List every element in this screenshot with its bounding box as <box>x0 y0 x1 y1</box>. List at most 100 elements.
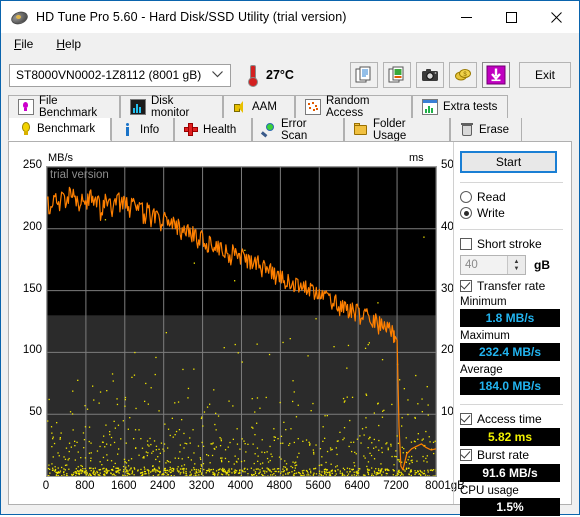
y2-tick: 10 <box>441 406 454 418</box>
folder-usage-icon <box>354 123 368 137</box>
extra-tests-icon <box>422 99 438 115</box>
temperature-indicator: 27°C <box>245 64 294 86</box>
tab-health[interactable]: Health <box>174 118 252 141</box>
radio-read[interactable]: Read <box>460 190 565 204</box>
maximize-button[interactable] <box>489 1 534 33</box>
x-tick: 2400 <box>141 480 185 492</box>
benchmark-icon <box>18 122 32 136</box>
y-tick: 50 <box>9 406 42 418</box>
access-time-checkbox-icon <box>460 413 472 425</box>
divider <box>460 229 563 230</box>
minimize-button[interactable] <box>444 1 489 33</box>
trial-watermark: trial version <box>50 169 109 181</box>
erase-icon <box>460 123 474 137</box>
spinner-arrows-icon[interactable]: ▲▼ <box>507 256 525 274</box>
y2-tick: 30 <box>441 283 454 295</box>
tab-aam[interactable]: AAM <box>223 95 295 118</box>
menu-help[interactable]: Help <box>53 35 91 53</box>
drive-select[interactable]: ST8000VN0002-1Z8112 (8001 gB) <box>9 64 231 87</box>
y2-axis-label: ms <box>409 152 424 164</box>
tab-folder-usage[interactable]: Folder Usage <box>344 118 450 141</box>
x-tick: 1600 <box>102 480 146 492</box>
tab-random-access[interactable]: Random Access <box>295 95 412 118</box>
tab-label: Erase <box>479 124 509 136</box>
tab-disk-monitor[interactable]: Disk monitor <box>120 95 223 118</box>
download-button[interactable] <box>482 62 510 88</box>
short-stroke-value: 40 <box>461 259 507 271</box>
app-icon <box>10 8 28 26</box>
tab-info[interactable]: Info <box>111 118 174 141</box>
maximum-label: Maximum <box>460 330 565 342</box>
chevron-down-icon <box>212 70 223 80</box>
y2-tick: 50 <box>441 159 454 171</box>
title-bar: HD Tune Pro 5.60 - Hard Disk/SSD Utility… <box>1 1 579 33</box>
tab-file-benchmark[interactable]: File Benchmark <box>8 95 120 118</box>
screenshot-button[interactable] <box>416 62 444 88</box>
tab-label: Random Access <box>326 95 402 119</box>
tab-label: Health <box>203 124 236 136</box>
radio-write-label: Write <box>477 206 505 220</box>
plot-area: trial version <box>46 166 437 477</box>
burst-rate-label: Burst rate <box>477 448 529 462</box>
toolbar: ST8000VN0002-1Z8112 (8001 gB) 27°C <box>1 55 579 95</box>
cpu-usage-value: 1.5% <box>460 498 560 516</box>
short-stroke-stepper[interactable]: 40 ▲▼ gB <box>460 255 565 275</box>
thermometer-icon <box>245 64 259 86</box>
y-tick: 250 <box>9 159 42 171</box>
tab-erase[interactable]: Erase <box>450 118 522 141</box>
tab-row-primary: Benchmark Info Health Error Scan Folder … <box>8 118 572 141</box>
exit-button[interactable]: Exit <box>519 62 571 88</box>
radio-write[interactable]: Write <box>460 206 565 220</box>
y-tick: 100 <box>9 344 42 356</box>
x-tick: 0 <box>24 480 68 492</box>
y2-tick: 20 <box>441 344 454 356</box>
checkbox-burst-rate[interactable]: Burst rate <box>460 448 565 462</box>
minimum-value: 1.8 MB/s <box>460 309 560 327</box>
transfer-rate-checkbox-icon <box>460 280 472 292</box>
drive-select-value: ST8000VN0002-1Z8112 (8001 gB) <box>16 68 201 82</box>
x-tick: 800 <box>63 480 107 492</box>
tab-label: Benchmark <box>37 123 95 135</box>
access-time-value: 5.82 ms <box>460 428 560 446</box>
close-button[interactable] <box>534 1 579 33</box>
donate-button[interactable]: $ <box>449 62 477 88</box>
toolbar-buttons: $ Exit <box>350 62 571 88</box>
x-tick: 7200 <box>374 480 418 492</box>
menu-file[interactable]: File <box>11 35 43 53</box>
tab-row-secondary: File Benchmark Disk monitor AAM Random A… <box>8 95 572 118</box>
maximum-value: 232.4 MB/s <box>460 343 560 361</box>
tab-label: Disk monitor <box>151 95 213 119</box>
tab-benchmark[interactable]: Benchmark <box>8 118 111 141</box>
window-title: HD Tune Pro 5.60 - Hard Disk/SSD Utility… <box>36 10 347 24</box>
tab-label: Error Scan <box>281 118 334 142</box>
random-access-icon <box>305 99 321 115</box>
health-icon <box>184 123 198 137</box>
radio-read-label: Read <box>477 190 506 204</box>
start-button[interactable]: Start <box>460 151 557 173</box>
info-icon <box>121 123 135 137</box>
tab-label: File Benchmark <box>39 95 110 119</box>
average-value: 184.0 MB/s <box>460 377 560 395</box>
tab-extra-tests[interactable]: Extra tests <box>412 95 508 118</box>
tab-error-scan[interactable]: Error Scan <box>252 118 344 141</box>
short-stroke-label: Short stroke <box>477 237 542 251</box>
burst-rate-value: 91.6 MB/s <box>460 464 560 482</box>
error-scan-icon <box>262 123 276 137</box>
results-panel: Start Read Write Short stroke <box>453 142 571 504</box>
y-tick: 150 <box>9 283 42 295</box>
benchmark-chart: MB/s ms trial version 50100150200250 102… <box>9 142 457 504</box>
transfer-rate-label: Transfer rate <box>477 279 545 293</box>
tab-label: Info <box>140 124 159 136</box>
checkbox-short-stroke[interactable]: Short stroke <box>460 237 565 251</box>
disk-monitor-icon <box>130 99 146 115</box>
copy-text-button[interactable] <box>350 62 378 88</box>
file-benchmark-icon <box>18 99 34 115</box>
x-tick: 3200 <box>180 480 224 492</box>
copy-image-button[interactable] <box>383 62 411 88</box>
checkbox-access-time[interactable]: Access time <box>460 412 565 426</box>
checkbox-transfer-rate[interactable]: Transfer rate <box>460 279 565 293</box>
x-tick: 6400 <box>335 480 379 492</box>
burst-rate-checkbox-icon <box>460 449 472 461</box>
radio-read-icon <box>460 191 472 203</box>
radio-write-icon <box>460 207 472 219</box>
